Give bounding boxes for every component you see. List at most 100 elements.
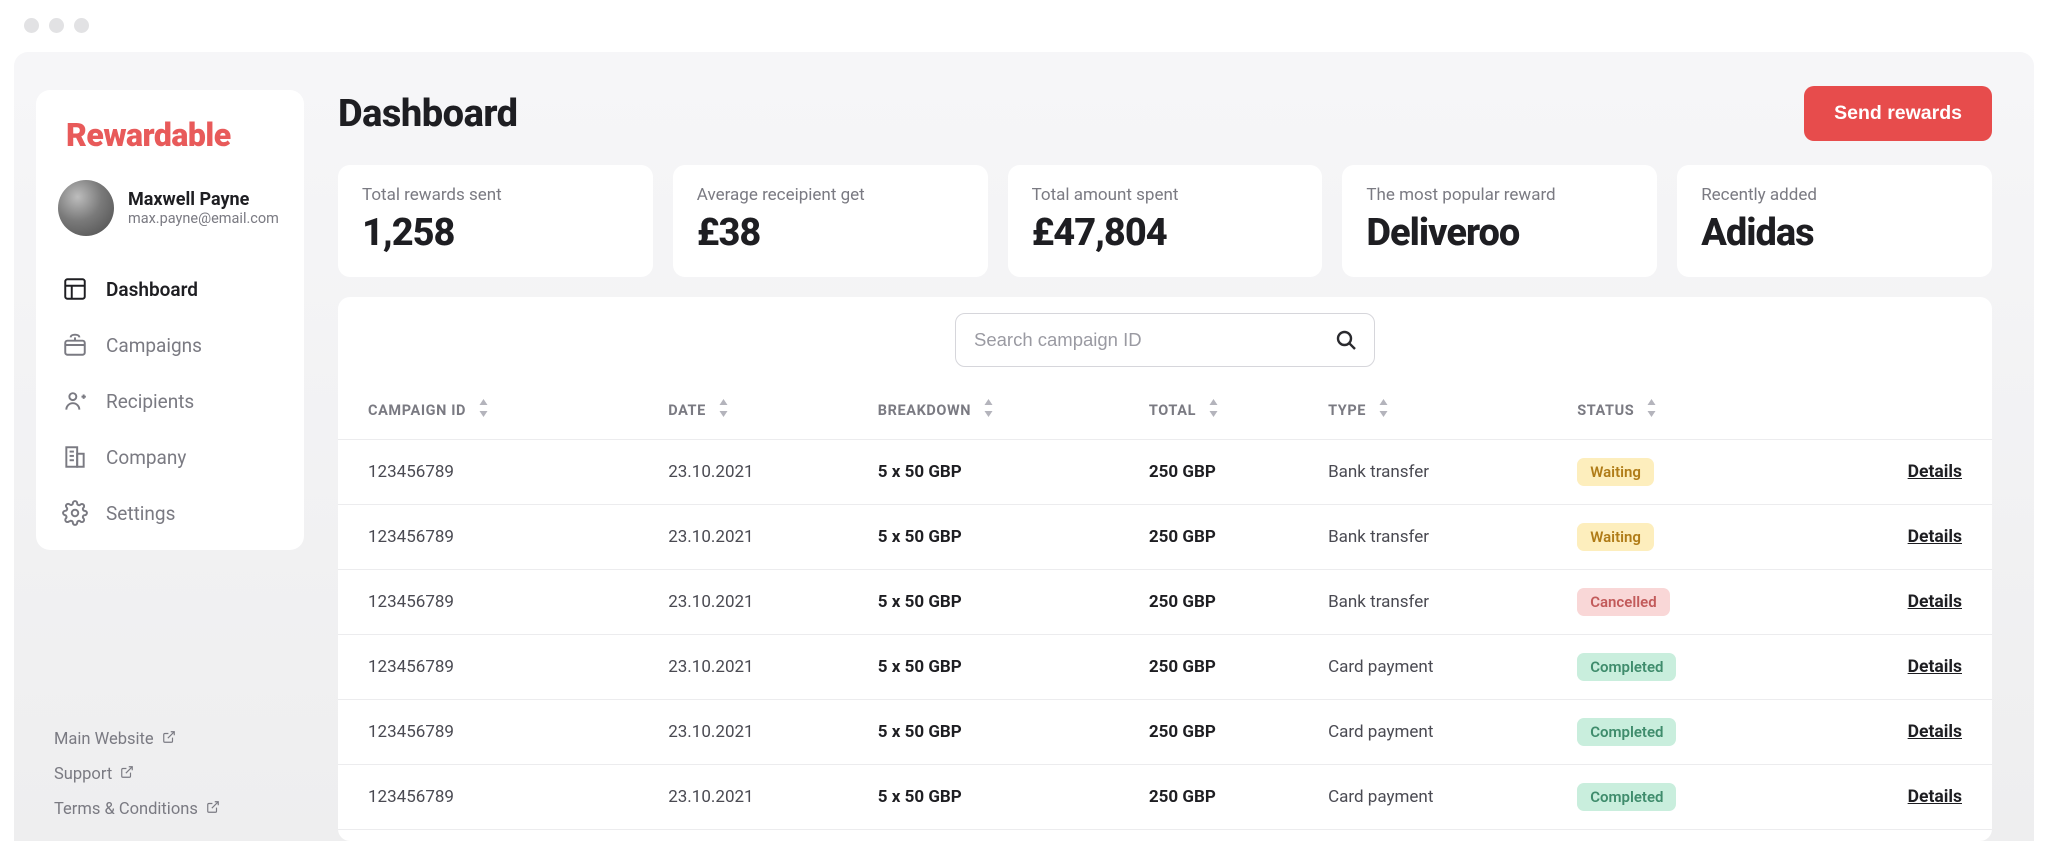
- details-link[interactable]: Details: [1908, 462, 1962, 482]
- cell-breakdown: 5 x 50 GBP: [868, 570, 1139, 635]
- cell-status: Waiting: [1567, 440, 1804, 505]
- column-header-campaign_id[interactable]: CAMPAIGN ID: [338, 381, 658, 440]
- status-badge: Waiting: [1577, 458, 1654, 486]
- cell-total: 250 GBP: [1139, 700, 1318, 765]
- cell-actions: Details: [1804, 505, 1992, 570]
- footer-link-label: Main Website: [54, 730, 154, 749]
- stat-value: £47,804: [1032, 211, 1299, 255]
- details-link[interactable]: Details: [1908, 722, 1962, 742]
- column-header-label: STATUS: [1577, 402, 1634, 419]
- cell-status: Completed: [1567, 765, 1804, 830]
- column-header-total[interactable]: TOTAL: [1139, 381, 1318, 440]
- stat-card: The most popular rewardDeliveroo: [1342, 165, 1657, 277]
- sidebar-item-label: Campaigns: [106, 334, 202, 357]
- details-link[interactable]: Details: [1908, 787, 1962, 807]
- cell-campaign-id: 123456789: [338, 700, 658, 765]
- cell-status: Completed: [1567, 635, 1804, 700]
- user-info[interactable]: Maxwell Payne max.payne@email.com: [54, 174, 286, 244]
- main: Dashboard Send rewards Total rewards sen…: [304, 52, 2034, 841]
- column-header-label: CAMPAIGN ID: [368, 402, 466, 419]
- stat-value: Adidas: [1701, 211, 1968, 255]
- company-icon: [62, 444, 88, 470]
- cell-total: 250 GBP: [1139, 635, 1318, 700]
- details-link[interactable]: Details: [1908, 592, 1962, 612]
- stat-label: Total rewards sent: [362, 185, 629, 205]
- cell-breakdown: 5 x 50 GBP: [868, 635, 1139, 700]
- column-header-label: DATE: [668, 402, 706, 419]
- window-control-close[interactable]: [24, 18, 39, 33]
- viewport: Rewardable Maxwell Payne max.payne@email…: [14, 52, 2034, 841]
- column-header-status[interactable]: STATUS: [1567, 381, 1804, 440]
- window-control-max[interactable]: [74, 18, 89, 33]
- column-header-label: BREAKDOWN: [878, 402, 971, 419]
- app-window: Rewardable Maxwell Payne max.payne@email…: [0, 0, 2048, 841]
- search-wrap: [338, 313, 1992, 381]
- table-body: 12345678923.10.20215 x 50 GBP250 GBPBank…: [338, 440, 1992, 830]
- cell-date: 23.10.2021: [658, 440, 868, 505]
- status-badge: Completed: [1577, 718, 1676, 746]
- cell-date: 23.10.2021: [658, 570, 868, 635]
- cell-campaign-id: 123456789: [338, 635, 658, 700]
- stats-row: Total rewards sent1,258Average receipien…: [338, 165, 1992, 277]
- column-header-type[interactable]: TYPE: [1318, 381, 1567, 440]
- status-badge: Waiting: [1577, 523, 1654, 551]
- cell-status: Cancelled: [1567, 570, 1804, 635]
- cell-actions: Details: [1804, 635, 1992, 700]
- footer-link[interactable]: Terms & Conditions: [54, 800, 304, 819]
- sidebar-nav: Dashboard Campaigns Recipients Company Setti…: [54, 250, 286, 540]
- footer-link[interactable]: Support: [54, 765, 304, 784]
- status-badge: Cancelled: [1577, 588, 1669, 616]
- avatar: [58, 180, 114, 236]
- stat-card: Total rewards sent 1,258: [338, 165, 653, 277]
- sort-icon: [1646, 399, 1657, 421]
- sidebar-item-company[interactable]: Company: [54, 430, 286, 484]
- table-row: 12345678923.10.20215 x 50 GBP250 GBPCard…: [338, 765, 1992, 830]
- stat-label: Total amount spent: [1032, 185, 1299, 205]
- table-row: 12345678923.10.20215 x 50 GBP250 GBPCard…: [338, 635, 1992, 700]
- column-header-label: TYPE: [1328, 402, 1366, 419]
- details-link[interactable]: Details: [1908, 527, 1962, 547]
- cell-actions: Details: [1804, 765, 1992, 830]
- details-link[interactable]: Details: [1908, 657, 1962, 677]
- cell-campaign-id: 123456789: [338, 440, 658, 505]
- table-row: 12345678923.10.20215 x 50 GBP250 GBPBank…: [338, 440, 1992, 505]
- sort-icon: [1378, 399, 1389, 421]
- footer-link[interactable]: Main Website: [54, 730, 304, 749]
- search-input[interactable]: [972, 328, 1334, 352]
- table-row: 12345678923.10.20215 x 50 GBP250 GBPCard…: [338, 700, 1992, 765]
- send-rewards-button[interactable]: Send rewards: [1804, 86, 1992, 141]
- sidebar-item-campaigns[interactable]: Campaigns: [54, 318, 286, 372]
- sidebar-item-dashboard[interactable]: Dashboard: [54, 262, 286, 316]
- external-link-icon: [120, 765, 134, 784]
- column-header-date[interactable]: DATE: [658, 381, 868, 440]
- cell-date: 23.10.2021: [658, 505, 868, 570]
- cell-status: Completed: [1567, 700, 1804, 765]
- sidebar-item-recipients[interactable]: Recipients: [54, 374, 286, 428]
- cell-actions: Details: [1804, 700, 1992, 765]
- stat-value: £38: [697, 211, 964, 255]
- table-row: 12345678923.10.20215 x 50 GBP250 GBPBank…: [338, 570, 1992, 635]
- footer-link-label: Terms & Conditions: [54, 800, 198, 819]
- status-badge: Completed: [1577, 653, 1676, 681]
- dashboard-icon: [62, 276, 88, 302]
- table-header-row: CAMPAIGN ID DATE BREAKDOWN TOTAL TYPE STATUS: [338, 381, 1992, 440]
- app-logo: Rewardable: [54, 110, 286, 168]
- cell-type: Card payment: [1318, 765, 1567, 830]
- cell-status: Waiting: [1567, 505, 1804, 570]
- sort-icon: [718, 399, 729, 421]
- external-link-icon: [162, 730, 176, 749]
- stat-label: Recently added: [1701, 185, 1968, 205]
- campaign-table-card: CAMPAIGN IDDATEBREAKDOWNTOTALTYPESTATUS …: [338, 297, 1992, 841]
- sidebar-item-label: Company: [106, 446, 186, 469]
- sidebar-card: Rewardable Maxwell Payne max.payne@email…: [36, 90, 304, 550]
- stat-value: 1,258: [362, 211, 629, 255]
- cell-total: 250 GBP: [1139, 570, 1318, 635]
- cell-type: Card payment: [1318, 635, 1567, 700]
- search-box[interactable]: [955, 313, 1375, 367]
- cell-type: Bank transfer: [1318, 570, 1567, 635]
- sidebar-item-settings[interactable]: Settings: [54, 486, 286, 540]
- column-header-label: TOTAL: [1149, 402, 1196, 419]
- cell-breakdown: 5 x 50 GBP: [868, 505, 1139, 570]
- column-header-breakdown[interactable]: BREAKDOWN: [868, 381, 1139, 440]
- window-control-min[interactable]: [49, 18, 64, 33]
